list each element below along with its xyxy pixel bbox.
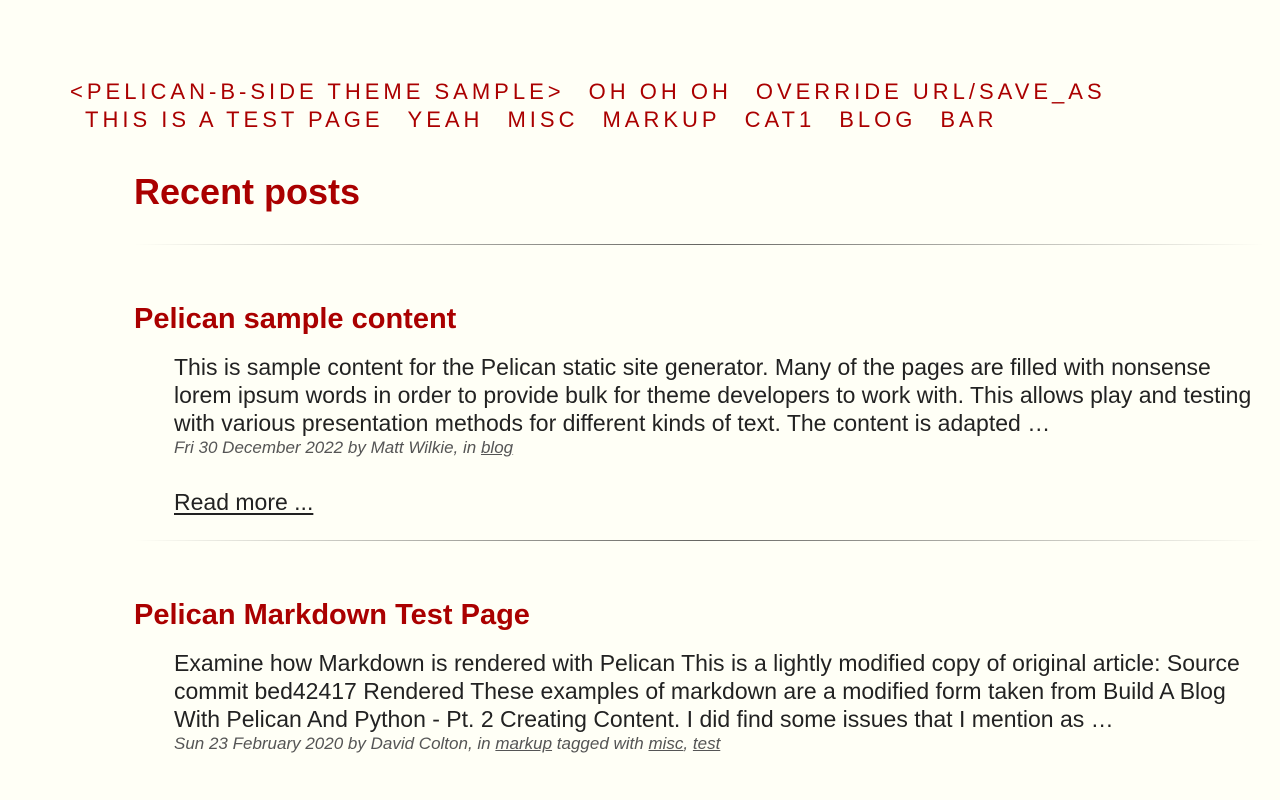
article-date: Fri 30 December 2022 — [174, 438, 344, 457]
article-summary: This is sample content for the Pelican s… — [174, 354, 1252, 436]
article-by: by — [347, 438, 366, 457]
nav-row-2: This is a test page Yeah misc markup cat… — [70, 106, 1070, 134]
article-in: , in — [467, 734, 491, 753]
article-date: Sun 23 February 2020 — [174, 734, 344, 753]
article-meta: Sun 23 February 2020 by David Colton, in… — [174, 733, 1264, 755]
nav-row-1: <pelican-b-side theme sample> Oh Oh Oh O… — [70, 78, 1102, 106]
article-title-link[interactable]: Pelican Markdown Test Page — [134, 599, 530, 631]
article-body: This is sample content for the Pelican s… — [174, 353, 1264, 516]
article-tag-link[interactable]: misc — [648, 734, 683, 753]
nav-item-cat1[interactable]: cat1 — [745, 106, 816, 134]
article-by: by — [347, 734, 366, 753]
article-title[interactable]: Pelican sample content — [134, 299, 1264, 339]
nav-item-misc[interactable]: misc — [507, 106, 578, 134]
article-in: , in — [453, 438, 477, 457]
nav-item-override-url[interactable]: Override url/save_as — [756, 78, 1106, 106]
article-card: Pelican sample content This is sample co… — [134, 299, 1264, 541]
article-meta: Fri 30 December 2022 by Matt Wilkie, in … — [174, 437, 1264, 459]
article-summary: Examine how Markdown is rendered with Pe… — [174, 650, 1240, 732]
nav-item-oh-oh-oh[interactable]: Oh Oh Oh — [589, 78, 732, 106]
nav-item-test-page[interactable]: This is a test page — [85, 106, 384, 134]
article-body: Examine how Markdown is rendered with Pe… — [174, 649, 1264, 755]
article-category-link[interactable]: blog — [481, 438, 513, 457]
read-more-link[interactable]: Read more ... — [174, 489, 313, 516]
divider — [134, 540, 1264, 541]
article-title-link[interactable]: Pelican sample content — [134, 303, 456, 335]
page-title: Recent posts — [134, 171, 361, 212]
article-card: Pelican Markdown Test Page Examine how M… — [134, 595, 1264, 755]
nav-item-yeah[interactable]: Yeah — [408, 106, 484, 134]
divider — [134, 244, 1264, 245]
page: <pelican-b-side theme sample> Oh Oh Oh O… — [0, 0, 1280, 800]
article-title[interactable]: Pelican Markdown Test Page — [134, 595, 1264, 635]
article-author: David Colton — [370, 734, 468, 753]
article-tag-link[interactable]: test — [693, 734, 720, 753]
article-category-link[interactable]: markup — [495, 734, 552, 753]
main-content: Recent posts Pelican sample content This… — [134, 168, 1264, 755]
nav-item-site-title[interactable]: <pelican-b-side theme sample> — [70, 78, 565, 106]
nav-item-blog[interactable]: blog — [839, 106, 916, 134]
top-nav: <pelican-b-side theme sample> Oh Oh Oh O… — [70, 78, 1102, 134]
nav-item-bar[interactable]: bar — [940, 106, 997, 134]
article-author: Matt Wilkie — [370, 438, 454, 457]
tag-separator: , — [683, 734, 689, 753]
article-tagged-label: tagged with — [556, 734, 644, 753]
nav-item-markup[interactable]: markup — [602, 106, 720, 134]
